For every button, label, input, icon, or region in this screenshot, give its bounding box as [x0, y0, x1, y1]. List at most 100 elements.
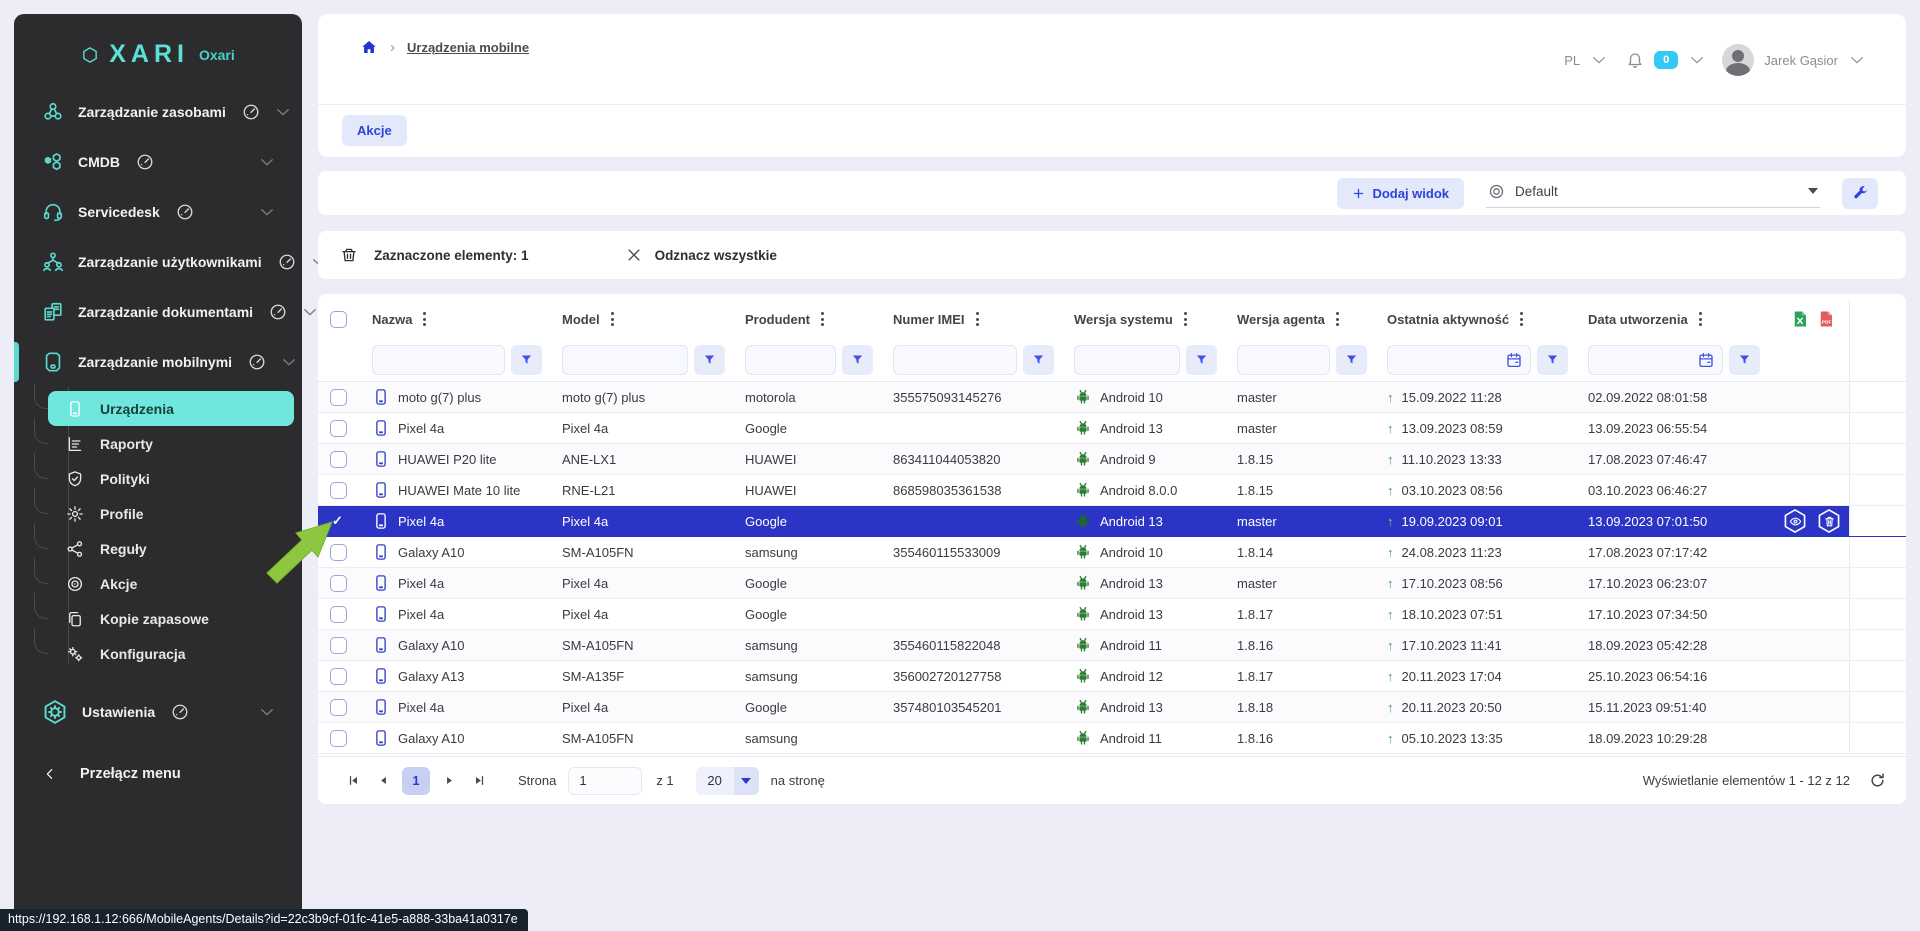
row-checkbox[interactable] [330, 420, 347, 437]
chevron-down-icon[interactable] [1688, 51, 1706, 69]
cell-row-actions [1768, 692, 1849, 722]
pagination-last-button[interactable] [466, 768, 492, 794]
column-menu-kebab-icon[interactable] [1697, 310, 1704, 328]
table-row[interactable]: Pixel 4aPixel 4aGoogleAndroid 131.8.17↑1… [318, 599, 1906, 630]
table-row[interactable]: Galaxy A10SM-A105FNsamsung35546011582204… [318, 630, 1906, 661]
filter-input-nazwa[interactable] [373, 346, 504, 374]
akcje-button[interactable]: Akcje [342, 115, 407, 146]
column-menu-kebab-icon[interactable] [819, 310, 826, 328]
row-checkbox[interactable] [330, 575, 347, 592]
column-menu-kebab-icon[interactable] [1518, 310, 1525, 328]
row-checkbox[interactable] [330, 637, 347, 654]
sidebar-subitem-reports[interactable]: Raporty [48, 426, 294, 461]
view-settings-button[interactable] [1842, 178, 1878, 209]
sidebar-subitem-policies[interactable]: Polityki [48, 461, 294, 496]
filter-funnel-button[interactable] [1336, 345, 1367, 375]
phone-icon [372, 481, 390, 499]
sidebar-item-settings[interactable]: Ustawienia [14, 687, 302, 737]
language-selector[interactable]: PL [1564, 53, 1580, 68]
row-checkbox[interactable] [330, 482, 347, 499]
sidebar-subitem-copy[interactable]: Kopie zapasowe [48, 601, 294, 636]
filter-funnel-button[interactable] [694, 345, 725, 375]
view-select[interactable]: Default [1486, 179, 1820, 208]
add-view-button[interactable]: Dodaj widok [1337, 178, 1464, 209]
notifications-bell-icon[interactable] [1626, 51, 1644, 69]
sidebar-subitem-config[interactable]: Konfiguracja [48, 636, 294, 671]
sidebar-item-servicedesk[interactable]: Servicedesk [14, 187, 302, 237]
sidebar-subitem-device[interactable]: Urządzenia [48, 391, 294, 426]
column-menu-kebab-icon[interactable] [421, 310, 428, 328]
row-checkbox-checked[interactable]: ✓ [330, 513, 343, 529]
select-all-checkbox[interactable] [330, 311, 347, 328]
pagination-page-1-button[interactable]: 1 [402, 767, 430, 795]
table-row[interactable]: ✓Pixel 4aPixel 4aGoogleAndroid 13master↑… [318, 506, 1906, 537]
sidebar-subitem-label: Profile [100, 506, 144, 522]
sidebar-item-mobile[interactable]: Zarządzanie mobilnymi [14, 337, 302, 387]
row-checkbox[interactable] [330, 389, 347, 406]
table-row[interactable]: Galaxy A13SM-A135Fsamsung356002720127758… [318, 661, 1906, 692]
filter-funnel-button[interactable] [1023, 345, 1054, 375]
filter-input-model[interactable] [563, 346, 687, 374]
table-row[interactable]: moto g(7) plusmoto g(7) plusmotorola3555… [318, 382, 1906, 413]
selected-items-basket-icon[interactable] [340, 246, 358, 264]
table-row[interactable]: Pixel 4aPixel 4aGoogleAndroid 13master↑1… [318, 413, 1906, 444]
filter-funnel-button[interactable] [1729, 345, 1760, 375]
sidebar-item-documents[interactable]: Zarządzanie dokumentami [14, 287, 302, 337]
filter-funnel-button[interactable] [511, 345, 542, 375]
page-number-input[interactable] [568, 767, 642, 795]
notification-count-badge[interactable]: 0 [1654, 51, 1678, 69]
filter-input-numer-imei[interactable] [894, 346, 1016, 374]
export-excel-icon[interactable] [1791, 310, 1809, 328]
filter-input-produdent[interactable] [746, 346, 835, 374]
per-page-select[interactable]: 20 [696, 767, 759, 795]
user-avatar[interactable] [1722, 44, 1754, 76]
column-menu-kebab-icon[interactable] [974, 310, 981, 328]
sidebar-item-assets[interactable]: Zarządzanie zasobami [14, 87, 302, 137]
pagination-prev-button[interactable] [370, 768, 396, 794]
pagination-next-button[interactable] [436, 768, 462, 794]
sidebar-item-cmdb[interactable]: CMDB [14, 137, 302, 187]
up-arrow-icon: ↑ [1387, 390, 1394, 405]
pagination-first-button[interactable] [340, 768, 366, 794]
sidebar-item-users[interactable]: Zarządzanie użytkownikami [14, 237, 302, 287]
sidebar-subitem-profiles[interactable]: Profile [48, 496, 294, 531]
table-row[interactable]: Galaxy A10SM-A105FNsamsungAndroid 111.8.… [318, 723, 1906, 754]
filter-funnel-button[interactable] [1537, 345, 1568, 375]
row-checkbox[interactable] [330, 451, 347, 468]
row-view-button[interactable] [1781, 507, 1809, 535]
row-checkbox[interactable] [330, 606, 347, 623]
column-menu-kebab-icon[interactable] [1334, 310, 1341, 328]
refresh-button[interactable] [1866, 770, 1888, 792]
filter-funnel-button[interactable] [842, 345, 873, 375]
table-row[interactable]: HUAWEI P20 liteANE-LX1HUAWEI863411044053… [318, 444, 1906, 475]
row-delete-button[interactable] [1815, 507, 1843, 535]
row-checkbox[interactable] [330, 699, 347, 716]
filter-input-data-utworzenia[interactable] [1589, 346, 1697, 374]
deselect-all-x-icon[interactable] [625, 246, 643, 264]
table-row[interactable]: HUAWEI Mate 10 liteRNE-L21HUAWEI86859803… [318, 475, 1906, 506]
deselect-all-button[interactable]: Odznacz wszystkie [655, 248, 777, 263]
sidebar-toggle-menu[interactable]: Przełącz menu [14, 749, 302, 799]
export-pdf-icon[interactable] [1817, 310, 1835, 328]
row-checkbox[interactable] [330, 544, 347, 561]
sidebar-subitem-rules[interactable]: Reguły [48, 531, 294, 566]
row-checkbox[interactable] [330, 730, 347, 747]
chevron-down-icon[interactable] [1848, 51, 1866, 69]
filter-input-wersja-systemu[interactable] [1075, 346, 1179, 374]
filter-input-wersja-agenta[interactable] [1238, 346, 1329, 374]
sidebar-subitem-target[interactable]: Akcje [48, 566, 294, 601]
device-name: HUAWEI P20 lite [398, 452, 497, 467]
table-right-gutter [1849, 537, 1906, 567]
column-menu-kebab-icon[interactable] [609, 310, 616, 328]
home-icon[interactable] [360, 38, 378, 56]
row-checkbox[interactable] [330, 668, 347, 685]
chevron-down-icon[interactable] [1590, 51, 1608, 69]
table-row[interactable]: Galaxy A10SM-A105FNsamsung35546011553300… [318, 537, 1906, 568]
breadcrumb-link-mobile-devices[interactable]: Urządzenia mobilne [407, 40, 529, 55]
table-row[interactable]: Pixel 4aPixel 4aGoogle357480103545201And… [318, 692, 1906, 723]
filter-funnel-button[interactable] [1186, 345, 1217, 375]
column-menu-kebab-icon[interactable] [1182, 310, 1189, 328]
per-page-dropdown-arrow [734, 767, 759, 795]
filter-input-ostatnia-aktywno-[interactable] [1388, 346, 1505, 374]
table-row[interactable]: Pixel 4aPixel 4aGoogleAndroid 13master↑1… [318, 568, 1906, 599]
